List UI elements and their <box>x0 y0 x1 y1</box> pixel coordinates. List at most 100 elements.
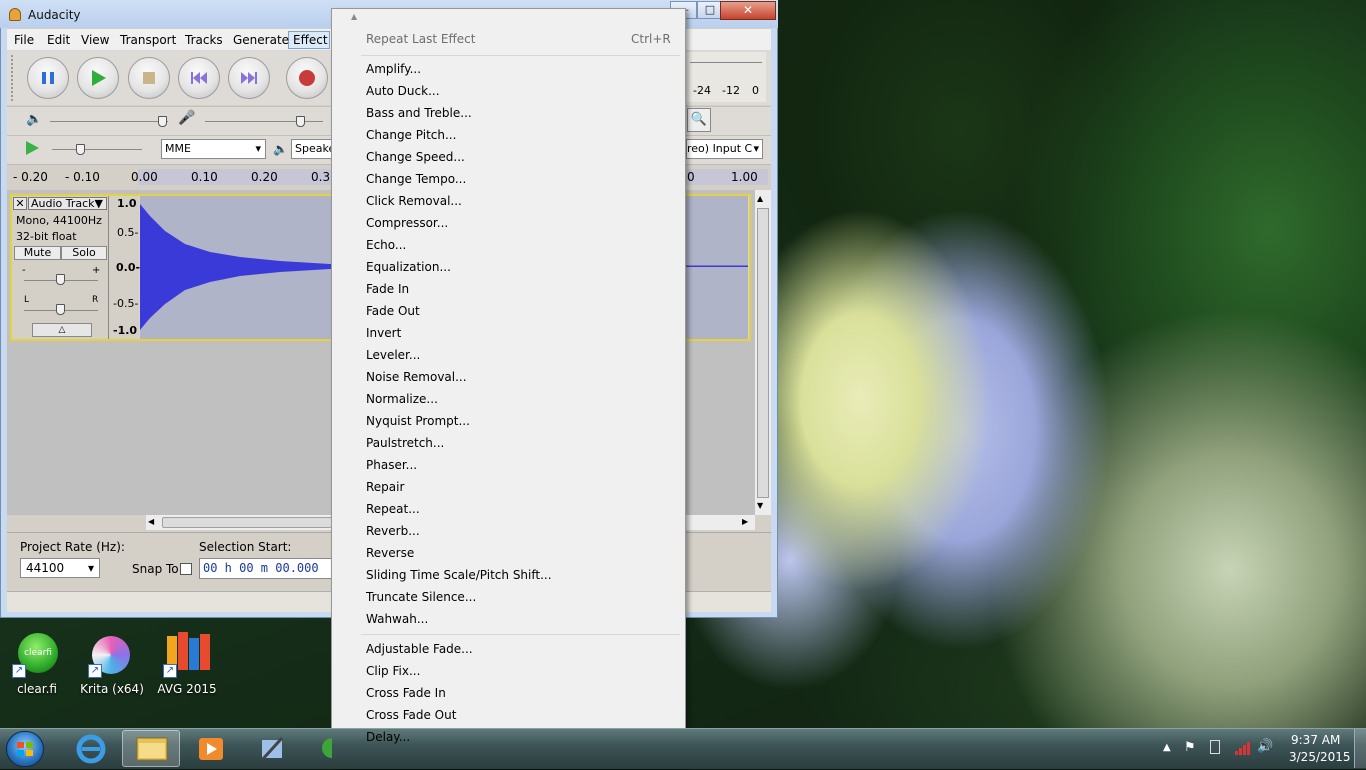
menu-view[interactable]: View <box>81 33 109 47</box>
audio-host-dropdown[interactable]: MME ▾ <box>161 139 266 159</box>
close-track-icon[interactable]: ✕ <box>13 197 27 210</box>
menu-item-noise-removal[interactable]: Noise Removal... <box>366 370 467 384</box>
record-button[interactable] <box>286 57 328 99</box>
pan-thumb[interactable] <box>56 304 65 315</box>
play-speed-thumb[interactable] <box>76 144 85 155</box>
menu-item-invert[interactable]: Invert <box>366 326 401 340</box>
vertical-scrollbar[interactable]: ▲ ▼ <box>755 190 771 515</box>
toolbar-grip[interactable] <box>11 55 17 101</box>
menu-item-normalize[interactable]: Normalize... <box>366 392 438 406</box>
input-volume-thumb[interactable] <box>296 116 305 127</box>
output-device-dropdown[interactable]: Speake <box>291 139 333 159</box>
output-volume-slider[interactable] <box>50 121 168 122</box>
menu-separator <box>361 634 680 635</box>
stop-button[interactable] <box>128 57 170 99</box>
input-device-dropdown[interactable]: reo) Input C ▾ <box>686 139 763 159</box>
menu-item-fade-in[interactable]: Fade In <box>366 282 409 296</box>
menu-item-echo[interactable]: Echo... <box>366 238 406 252</box>
menu-item-fade-out[interactable]: Fade Out <box>366 304 420 318</box>
menu-item-change-pitch[interactable]: Change Pitch... <box>366 128 456 142</box>
show-desktop-button[interactable] <box>1354 729 1366 768</box>
menu-item-cross-fade-in[interactable]: Cross Fade In <box>366 686 446 700</box>
skip-to-end-button[interactable] <box>228 57 270 99</box>
device-icon[interactable] <box>1210 740 1220 754</box>
network-icon[interactable] <box>1234 741 1252 758</box>
menu-item-auto-duck[interactable]: Auto Duck... <box>366 84 440 98</box>
menu-edit[interactable]: Edit <box>47 33 70 47</box>
chevron-down-icon: ▼ <box>94 197 103 210</box>
menu-item-reverb[interactable]: Reverb... <box>366 524 420 538</box>
menu-item-change-speed[interactable]: Change Speed... <box>366 150 465 164</box>
windows-logo-icon <box>17 742 33 756</box>
start-button[interactable] <box>6 731 44 767</box>
menu-item-repeat-last-effect[interactable]: Repeat Last Effect <box>366 32 475 46</box>
menu-item-click-removal[interactable]: Click Removal... <box>366 194 462 208</box>
pause-button[interactable] <box>27 57 69 99</box>
project-rate-dropdown[interactable]: 44100 ▾ <box>20 558 100 578</box>
play-at-speed-button[interactable] <box>24 139 40 160</box>
menu-scroll-up-icon[interactable]: ▲ <box>351 12 357 21</box>
scroll-right-icon[interactable]: ▶ <box>742 517 748 526</box>
horizontal-scroll-thumb[interactable] <box>162 517 332 528</box>
menu-item-wahwah[interactable]: Wahwah... <box>366 612 428 626</box>
menu-item-reverse[interactable]: Reverse <box>366 546 414 560</box>
close-button[interactable]: ✕ <box>720 1 776 20</box>
media-player-icon[interactable] <box>182 730 240 767</box>
menu-item-leveler[interactable]: Leveler... <box>366 348 420 362</box>
scroll-left-icon[interactable]: ◀ <box>148 517 154 526</box>
meter-line <box>690 62 762 63</box>
menu-item-repeat[interactable]: Repeat... <box>366 502 420 516</box>
mute-button[interactable]: Mute <box>14 246 61 260</box>
menu-item-sliding-time-scale-pitch-shift[interactable]: Sliding Time Scale/Pitch Shift... <box>366 568 552 582</box>
input-device-value: reo) Input C <box>687 142 753 155</box>
pan-left-label: L <box>24 295 30 305</box>
scroll-up-icon[interactable]: ▲ <box>757 194 763 203</box>
menu-item-bass-and-treble[interactable]: Bass and Treble... <box>366 106 472 120</box>
gain-thumb[interactable] <box>56 274 65 285</box>
desktop-icon-label[interactable]: AVG 2015 <box>156 682 218 696</box>
menu-tracks[interactable]: Tracks <box>185 33 223 47</box>
menu-file[interactable]: File <box>14 33 34 47</box>
menu-effect[interactable]: Effect <box>293 33 328 47</box>
menu-item-amplify[interactable]: Amplify... <box>366 62 421 76</box>
menu-item-repair[interactable]: Repair <box>366 480 404 494</box>
show-hidden-icons[interactable]: ▲ <box>1163 742 1171 753</box>
menu-item-adjustable-fade[interactable]: Adjustable Fade... <box>366 642 473 656</box>
menu-item-equalization[interactable]: Equalization... <box>366 260 451 274</box>
menu-item-truncate-silence[interactable]: Truncate Silence... <box>366 590 476 604</box>
solo-button[interactable]: Solo <box>61 246 107 260</box>
selection-start-field[interactable]: 00 h 00 m 00.000 <box>199 558 332 579</box>
snap-to-checkbox[interactable] <box>180 563 192 575</box>
menu-item-clip-fix[interactable]: Clip Fix... <box>366 664 420 678</box>
input-volume-slider[interactable] <box>205 121 323 122</box>
play-speed-slider[interactable] <box>52 149 142 150</box>
desktop-icon-label[interactable]: Krita (x64) <box>78 682 146 696</box>
menu-item-nyquist-prompt[interactable]: Nyquist Prompt... <box>366 414 470 428</box>
action-center-flag-icon[interactable]: ⚑ <box>1184 740 1196 755</box>
menu-item-paulstretch[interactable]: Paulstretch... <box>366 436 444 450</box>
snap-to-label: Snap To <box>132 562 179 576</box>
menu-item-phaser[interactable]: Phaser... <box>366 458 417 472</box>
menu-item-change-tempo[interactable]: Change Tempo... <box>366 172 466 186</box>
collapse-track-button[interactable]: △ <box>32 323 92 337</box>
file-explorer-icon[interactable] <box>122 730 180 767</box>
menu-item-cross-fade-out[interactable]: Cross Fade Out <box>366 708 456 722</box>
zoom-icon[interactable]: 🔍 <box>687 108 711 132</box>
menu-item-compressor[interactable]: Compressor... <box>366 216 448 230</box>
output-device-value: Speake <box>295 142 333 155</box>
scroll-down-icon[interactable]: ▼ <box>757 501 763 510</box>
play-button[interactable] <box>77 57 119 99</box>
clock-time[interactable]: 9:37 AM <box>1291 733 1340 747</box>
paint-brush-icon[interactable] <box>242 730 300 767</box>
menu-item-delay[interactable]: Delay... <box>366 730 410 744</box>
volume-icon[interactable]: 🔊 <box>1257 739 1273 754</box>
menu-transport[interactable]: Transport <box>120 33 176 47</box>
clock-date[interactable]: 3/25/2015 <box>1289 750 1351 764</box>
internet-explorer-icon[interactable] <box>62 730 120 767</box>
track-name-menu[interactable]: Audio Track ▼ <box>28 197 107 210</box>
vertical-scroll-thumb[interactable] <box>757 208 769 498</box>
menu-generate[interactable]: Generate <box>233 33 289 47</box>
desktop-icon-label[interactable]: clear.fi <box>10 682 64 696</box>
skip-to-start-button[interactable] <box>178 57 220 99</box>
output-volume-thumb[interactable] <box>158 116 167 127</box>
